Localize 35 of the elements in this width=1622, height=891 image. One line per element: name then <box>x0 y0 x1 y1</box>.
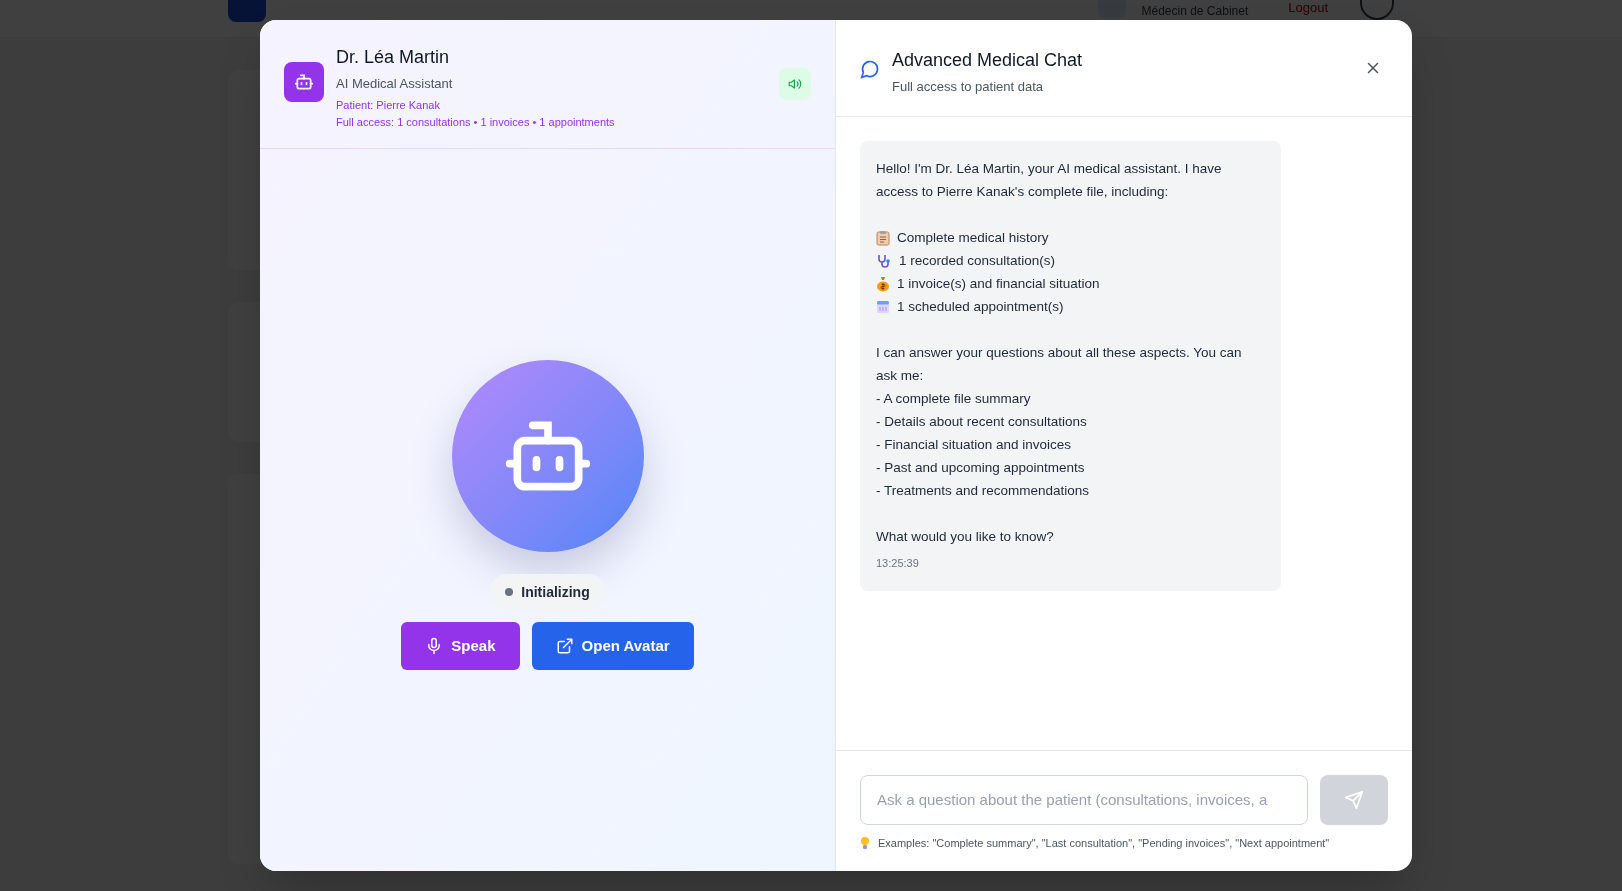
message-text: What would you like to know? <box>876 528 1055 546</box>
send-icon <box>1344 789 1364 810</box>
message-text: 1 recorded consultation(s) <box>899 252 1056 270</box>
lightbulb-icon <box>860 835 870 850</box>
message-text: - Treatments and recommendations <box>876 482 1091 500</box>
chat-title: Advanced Medical Chat <box>892 49 1084 72</box>
question-field[interactable]: Ask a question about the patient (consultations, invoices, a <box>860 774 1308 825</box>
chat-bubble-icon <box>860 59 880 79</box>
assistant-role: AI Medical Assistant <box>336 75 454 93</box>
message-text: - Financial situation and invoices <box>876 436 1073 454</box>
message-text: - A complete file summary <box>876 390 1032 408</box>
robot-icon <box>284 62 324 102</box>
examples-hint: Examples: "Complete summary", "Last consultation", "Pending invoices", "Next appointment" <box>878 835 1330 851</box>
calendar-icon <box>876 299 890 314</box>
message-text: Hello! I'm Dr. Léa Martin, your AI medical assistant. I have access to Pierre Kanak's complete file, including: <box>876 160 1223 201</box>
chat-subtitle: Full access to patient data <box>892 78 1045 96</box>
money-bag-icon <box>876 275 890 292</box>
speak-button[interactable]: Speak <box>401 622 520 670</box>
sound-button[interactable] <box>779 68 811 100</box>
message-text: Complete medical history <box>897 229 1049 247</box>
clipboard-icon <box>876 229 890 246</box>
message-text: 1 scheduled appointment(s) <box>897 298 1064 316</box>
external-link-icon <box>555 637 574 655</box>
patient-label: Patient: Pierre Kanak <box>336 97 441 113</box>
speaker-icon <box>788 77 802 91</box>
status-badge: Initializing <box>489 574 606 610</box>
access-summary: Full access: 1 consultations • 1 invoices • 1 appointments <box>336 115 616 130</box>
message-time: 13:25:39 <box>876 556 920 571</box>
message-text: - Past and upcoming appointments <box>876 459 1086 477</box>
message-text: I can answer your questions about all these aspects. You can ask me: <box>876 344 1243 385</box>
open-avatar-button[interactable]: Open Avatar <box>531 622 694 670</box>
message-text: 1 invoice(s) and financial situation <box>897 275 1100 293</box>
message-text: - Details about recent consultations <box>876 413 1088 431</box>
assistant-name: Dr. Léa Martin <box>336 46 451 69</box>
stethoscope-icon <box>876 252 892 269</box>
